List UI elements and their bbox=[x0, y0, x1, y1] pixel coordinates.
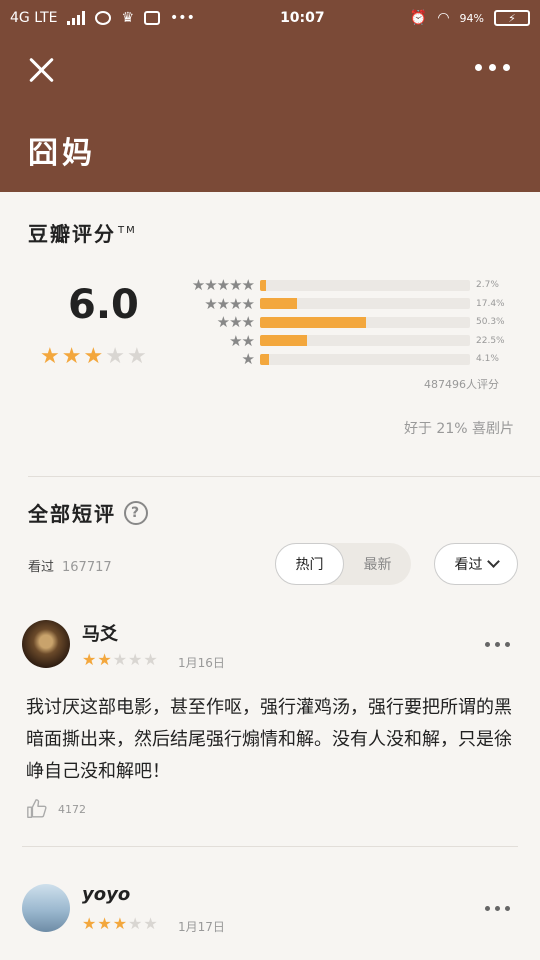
status-time: 10:07 bbox=[280, 10, 325, 26]
rating-bar-percent: 4.1% bbox=[476, 354, 499, 365]
rating-count: 487496人评分 bbox=[424, 378, 499, 391]
crown-icon: ♛ bbox=[121, 10, 135, 26]
rating-bar-percent: 2.7% bbox=[476, 280, 499, 291]
more-notifications-icon: ••• bbox=[170, 10, 195, 26]
page-title: 囧妈 bbox=[28, 136, 96, 171]
seen-label: 看过 bbox=[28, 560, 55, 575]
more-options-icon[interactable] bbox=[475, 64, 510, 71]
rating-bar-row: ★★★ 50.3% bbox=[170, 313, 510, 332]
status-bar: 4G LTE ♛ ••• 10:07 ⏰ ◠ 94% ⚡ bbox=[0, 0, 540, 36]
close-icon[interactable] bbox=[26, 54, 58, 86]
comment-date: 1月16日 bbox=[178, 656, 225, 670]
star-filled-icon: ★ bbox=[40, 344, 60, 369]
star-filled-icon: ★ bbox=[112, 914, 128, 933]
rating-bar-track bbox=[260, 353, 470, 365]
star-empty-icon: ★ bbox=[112, 650, 128, 669]
rating-bar-percent: 50.3% bbox=[476, 317, 505, 328]
rating-bar-percent: 22.5% bbox=[476, 335, 505, 346]
filter-label: 看过 bbox=[454, 557, 483, 573]
star-filled-icon: ★ bbox=[82, 914, 97, 933]
star-empty-icon: ★ bbox=[143, 914, 158, 933]
chevron-down-icon bbox=[486, 555, 500, 568]
like-count: 4172 bbox=[58, 802, 86, 816]
rating-bar-fill bbox=[260, 316, 366, 328]
comment-divider bbox=[22, 846, 518, 847]
rating-bar-track bbox=[260, 335, 470, 347]
rating-bar-row: ★★ 22.5% bbox=[170, 332, 510, 351]
rating-bar-fill bbox=[260, 279, 266, 291]
rating-bar-row: ★★★★ 17.4% bbox=[170, 295, 510, 314]
comment-date: 1月17日 bbox=[178, 920, 225, 934]
average-score: 6.0 bbox=[68, 282, 139, 328]
avatar[interactable] bbox=[22, 884, 70, 932]
rating-bar-percent: 17.4% bbox=[476, 298, 505, 309]
rating-distribution: ★★★★★ 2.7% ★★★★ 17.4% ★★★ 50.3% ★★ 22.5% ★ 4.1% bbox=[170, 276, 510, 369]
rating-bar-stars: ★★★ bbox=[216, 313, 255, 332]
rating-bar-row: ★ 4.1% bbox=[170, 350, 510, 369]
tab-hot[interactable]: 热门 bbox=[275, 543, 344, 585]
sort-toggle: 热门 最新 bbox=[275, 543, 411, 585]
comment-author[interactable]: yoyo bbox=[82, 884, 130, 905]
star-filled-icon: ★ bbox=[97, 914, 112, 933]
star-empty-icon: ★ bbox=[128, 914, 143, 933]
battery-percent: 94% bbox=[459, 11, 484, 25]
rating-bar-fill bbox=[260, 335, 308, 347]
rating-bar-stars: ★ bbox=[241, 350, 255, 369]
rating-bar-stars: ★★ bbox=[229, 331, 255, 350]
thumbs-up-icon bbox=[27, 799, 47, 818]
comment-text: 我讨厌这部电影，甚至作呕，强行灌鸡汤，强行要把所谓的黑暗面撕出来，然后结尾强行煽… bbox=[26, 697, 512, 782]
comment-more-icon[interactable] bbox=[485, 642, 510, 647]
alarm-icon: ⏰ bbox=[409, 10, 428, 26]
mail-icon bbox=[144, 11, 161, 25]
seen-count: 看过 167717 bbox=[28, 556, 112, 575]
avatar[interactable] bbox=[22, 620, 70, 668]
rating-bar-track bbox=[260, 279, 470, 291]
help-icon[interactable]: ? bbox=[124, 500, 148, 525]
star-filled-icon: ★ bbox=[82, 650, 97, 669]
rating-heading: 豆瓣评分 TM bbox=[28, 218, 137, 247]
better-than-label[interactable]: 好于 21% 喜剧片 bbox=[404, 418, 514, 438]
qq-icon bbox=[95, 11, 112, 25]
rating-bar-stars: ★★★★ bbox=[204, 294, 255, 313]
seen-number: 167717 bbox=[62, 560, 112, 575]
comment-stars: ★ ★ ★ ★ ★ bbox=[82, 650, 158, 669]
comments-heading-text: 全部短评 bbox=[28, 502, 116, 526]
rating-bar-track bbox=[260, 316, 470, 328]
star-filled-icon: ★ bbox=[97, 650, 112, 669]
section-divider bbox=[28, 476, 540, 477]
star-filled-icon: ★ bbox=[61, 344, 82, 369]
average-stars: ★ ★ ★ ★ ★ bbox=[40, 344, 147, 369]
filter-dropdown[interactable]: 看过 bbox=[434, 543, 518, 585]
like-button[interactable]: 4172 bbox=[26, 798, 86, 820]
header: 囧妈 bbox=[0, 36, 540, 192]
star-filled-icon: ★ bbox=[83, 344, 104, 369]
comment-author[interactable]: 马爻 bbox=[82, 620, 118, 646]
comment-more-icon[interactable] bbox=[485, 906, 510, 911]
wifi-icon: ◠ bbox=[437, 10, 450, 26]
star-empty-icon: ★ bbox=[105, 344, 125, 369]
signal-icon bbox=[67, 11, 86, 25]
star-empty-icon: ★ bbox=[128, 650, 143, 669]
rating-heading-text: 豆瓣评分 bbox=[28, 222, 116, 246]
comments-heading: 全部短评 ? bbox=[28, 498, 148, 527]
tab-latest[interactable]: 最新 bbox=[344, 543, 411, 585]
rating-bar-fill bbox=[260, 353, 269, 365]
star-empty-icon: ★ bbox=[126, 344, 147, 369]
rating-bar-stars: ★★★★★ bbox=[191, 276, 255, 295]
star-empty-icon: ★ bbox=[143, 650, 158, 669]
rating-bar-fill bbox=[260, 298, 297, 310]
trademark-mark: TM bbox=[118, 225, 137, 237]
battery-icon: ⚡ bbox=[494, 10, 530, 26]
rating-bar-row: ★★★★★ 2.7% bbox=[170, 276, 510, 295]
rating-bar-track bbox=[260, 298, 470, 310]
comment-stars: ★ ★ ★ ★ ★ bbox=[82, 914, 158, 933]
network-label: 4G LTE bbox=[10, 10, 58, 26]
